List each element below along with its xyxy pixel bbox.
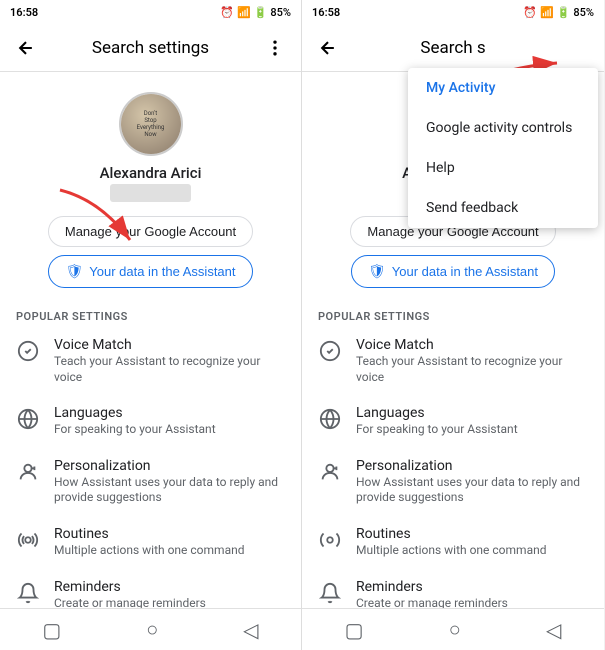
routines-icon-right	[318, 528, 342, 552]
personalization-icon-right	[318, 460, 342, 484]
shield-icon-right: 🛡	[368, 263, 386, 280]
back-button-left[interactable]	[8, 30, 44, 66]
languages-title-left: Languages	[54, 405, 285, 421]
user-name-left: Alexandra Arici	[100, 164, 202, 182]
status-bar-right: 16:58 ⏰ 📶 🔋 85%	[302, 0, 604, 24]
nav-square-left[interactable]: ▢	[42, 618, 61, 642]
settings-list-left: POPULAR SETTINGS Voice Match Teach your …	[0, 298, 301, 608]
nav-back-right[interactable]: ◁	[546, 618, 561, 642]
languages-title-right: Languages	[356, 405, 588, 421]
routines-desc-left: Multiple actions with one command	[54, 543, 285, 559]
languages-icon-left	[16, 407, 40, 431]
back-button-right[interactable]	[310, 30, 346, 66]
routines-title-left: Routines	[54, 526, 285, 542]
battery-pct-left: 85%	[270, 6, 291, 19]
languages-desc-left: For speaking to your Assistant	[54, 422, 285, 438]
page-title-right: Search s	[346, 38, 560, 58]
assistant-data-button-right[interactable]: 🛡 Your data in the Assistant	[351, 255, 555, 288]
reminders-icon-right	[318, 581, 342, 605]
right-panel: 16:58 ⏰ 📶 🔋 85% Search s My Activity Goo…	[302, 0, 604, 650]
time-right: 16:58	[312, 6, 340, 19]
avatar-left: Don'tStopEverythingNow	[119, 92, 183, 156]
dropdown-help[interactable]: Help	[408, 148, 598, 188]
popular-label-left: POPULAR SETTINGS	[0, 298, 301, 327]
top-bar-left: Search settings	[0, 24, 301, 72]
alarm-icon: ⏰	[220, 6, 234, 19]
manage-account-button-left[interactable]: Manage your Google Account	[48, 216, 253, 247]
nav-back-left[interactable]: ◁	[243, 618, 258, 642]
status-bar-left: 16:58 ⏰ 📶 🔋 85%	[0, 0, 301, 24]
setting-reminders-right[interactable]: Reminders Create or manage reminders	[302, 569, 604, 608]
signal-icon-right: 📶	[540, 6, 554, 19]
voicematch-icon-left	[16, 339, 40, 363]
nav-square-right[interactable]: ▢	[345, 618, 364, 642]
voicematch-desc-right: Teach your Assistant to recognize your v…	[356, 354, 588, 385]
reminders-title-left: Reminders	[54, 579, 285, 595]
dropdown-send-feedback[interactable]: Send feedback	[408, 188, 598, 228]
status-icons-right: ⏰ 📶 🔋 85%	[523, 6, 594, 19]
avatar-section-left: Don'tStopEverythingNow Alexandra Arici •…	[0, 72, 301, 298]
setting-voicematch-left[interactable]: Voice Match Teach your Assistant to reco…	[0, 327, 301, 395]
routines-icon-left	[16, 528, 40, 552]
nav-circle-right[interactable]: ○	[449, 617, 461, 642]
personalization-title-left: Personalization	[54, 458, 285, 474]
reminders-title-right: Reminders	[356, 579, 588, 595]
setting-reminders-left[interactable]: Reminders Create or manage reminders	[0, 569, 301, 608]
user-email-left: ••••••••••••••••	[110, 184, 191, 202]
voicematch-desc-left: Teach your Assistant to recognize your v…	[54, 354, 285, 385]
voicematch-icon-right	[318, 339, 342, 363]
assistant-data-button-left[interactable]: 🛡 Your data in the Assistant	[48, 255, 252, 288]
setting-routines-right[interactable]: Routines Multiple actions with one comma…	[302, 516, 604, 569]
setting-languages-right[interactable]: Languages For speaking to your Assistant	[302, 395, 604, 448]
personalization-desc-left: How Assistant uses your data to reply an…	[54, 475, 285, 506]
battery-icon: 🔋	[254, 6, 268, 19]
setting-personalization-left[interactable]: Personalization How Assistant uses your …	[0, 448, 301, 516]
signal-icon: 📶	[237, 6, 251, 19]
languages-icon-right	[318, 407, 342, 431]
personalization-desc-right: How Assistant uses your data to reply an…	[356, 475, 588, 506]
dropdown-menu: My Activity Google activity controls Hel…	[408, 68, 598, 228]
personalization-icon-left	[16, 460, 40, 484]
reminders-icon-left	[16, 581, 40, 605]
setting-personalization-right[interactable]: Personalization How Assistant uses your …	[302, 448, 604, 516]
nav-bar-right: ▢ ○ ◁	[302, 608, 604, 650]
reminders-desc-left: Create or manage reminders	[54, 596, 285, 608]
setting-voicematch-right[interactable]: Voice Match Teach your Assistant to reco…	[302, 327, 604, 395]
nav-bar-left: ▢ ○ ◁	[0, 608, 301, 650]
reminders-desc-right: Create or manage reminders	[356, 596, 588, 608]
battery-icon-right: 🔋	[557, 6, 571, 19]
routines-desc-right: Multiple actions with one command	[356, 543, 588, 559]
setting-routines-left[interactable]: Routines Multiple actions with one comma…	[0, 516, 301, 569]
time-left: 16:58	[10, 6, 38, 19]
shield-icon-left: 🛡	[65, 263, 83, 280]
dropdown-my-activity[interactable]: My Activity	[408, 68, 598, 108]
setting-languages-left[interactable]: Languages For speaking to your Assistant	[0, 395, 301, 448]
alarm-icon-right: ⏰	[523, 6, 537, 19]
voicematch-title-left: Voice Match	[54, 337, 285, 353]
voicematch-title-right: Voice Match	[356, 337, 588, 353]
more-button-left[interactable]	[257, 30, 293, 66]
battery-pct-right: 85%	[573, 6, 594, 19]
settings-list-right: POPULAR SETTINGS Voice Match Teach your …	[302, 298, 604, 608]
page-title-left: Search settings	[44, 38, 257, 58]
languages-desc-right: For speaking to your Assistant	[356, 422, 588, 438]
routines-title-right: Routines	[356, 526, 588, 542]
popular-label-right: POPULAR SETTINGS	[302, 298, 604, 327]
personalization-title-right: Personalization	[356, 458, 588, 474]
nav-circle-left[interactable]: ○	[146, 617, 158, 642]
dropdown-activity-controls[interactable]: Google activity controls	[408, 108, 598, 148]
status-icons-left: ⏰ 📶 🔋 85%	[220, 6, 291, 19]
top-bar-right: Search s	[302, 24, 604, 72]
left-panel: 16:58 ⏰ 📶 🔋 85% Search settings Don'tSto…	[0, 0, 302, 650]
